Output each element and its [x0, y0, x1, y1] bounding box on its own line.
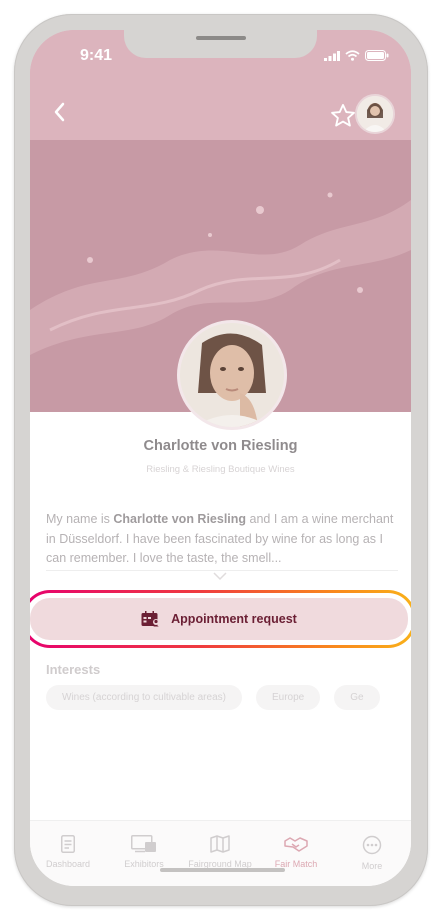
tab-dashboard[interactable]: Dashboard [30, 835, 106, 869]
appointment-request-button[interactable]: Appointment request [30, 598, 408, 640]
tab-fair-match[interactable]: Fair Match [258, 835, 334, 869]
appointment-highlight: Appointment request [30, 590, 411, 648]
speaker-grille [196, 36, 246, 40]
profile-bio: My name is Charlotte von Riesling and I … [46, 510, 398, 569]
profile-name: Charlotte von Riesling [143, 438, 298, 454]
chevron-down-icon [213, 572, 227, 581]
interests-heading: Interests [46, 662, 101, 677]
interest-chip[interactable]: Europe [255, 685, 321, 710]
chevron-left-icon [54, 102, 65, 122]
tab-label: Exhibitors [124, 859, 164, 869]
profile-company: Riesling & Riesling Boutique Wines [146, 464, 295, 475]
appointment-container: Appointment request [30, 593, 411, 645]
tab-label: More [361, 861, 383, 871]
user-avatar-button[interactable] [355, 94, 395, 134]
bio-prefix: My name is [46, 512, 114, 526]
handshake-icon [284, 837, 308, 852]
notch [124, 30, 317, 58]
tab-fairground-map[interactable]: Fairground Map [182, 835, 258, 869]
profile-avatar [177, 320, 287, 430]
tab-label: Dashboard [45, 859, 91, 869]
interest-chip[interactable]: Ge [334, 685, 380, 710]
interest-chip[interactable]: Wines (according to cultivable areas) [46, 685, 242, 710]
more-dots-icon [362, 835, 382, 855]
status-time: 9:41 [80, 47, 113, 64]
tab-more[interactable]: More [334, 835, 410, 871]
back-button[interactable] [52, 100, 66, 128]
bio-name: Charlotte von Riesling [113, 512, 247, 526]
calendar-user-icon [141, 610, 160, 626]
expand-bio-button[interactable] [212, 568, 228, 586]
cellular-signal-icon [324, 50, 340, 61]
battery-icon [365, 50, 389, 61]
appointment-request-label: Appointment request [171, 612, 297, 626]
exhibitor-booth-icon [131, 835, 156, 853]
map-icon [210, 835, 230, 853]
star-icon [331, 103, 355, 127]
document-icon [61, 835, 75, 853]
tab-exhibitors[interactable]: Exhibitors [106, 835, 182, 869]
avatar-portrait [357, 96, 393, 132]
wifi-icon [345, 50, 360, 61]
app-screen: 9:41 Charlotte von Riesling Riesling & R… [30, 30, 411, 886]
interest-chips: Wines (according to cultivable areas) Eu… [46, 685, 380, 710]
bottom-tab-bar: Dashboard Exhibitors Fairground Map Fair… [30, 820, 411, 886]
status-icons [324, 50, 389, 61]
profile-portrait [180, 323, 284, 427]
favorite-button[interactable] [329, 102, 357, 135]
home-indicator [160, 868, 285, 872]
